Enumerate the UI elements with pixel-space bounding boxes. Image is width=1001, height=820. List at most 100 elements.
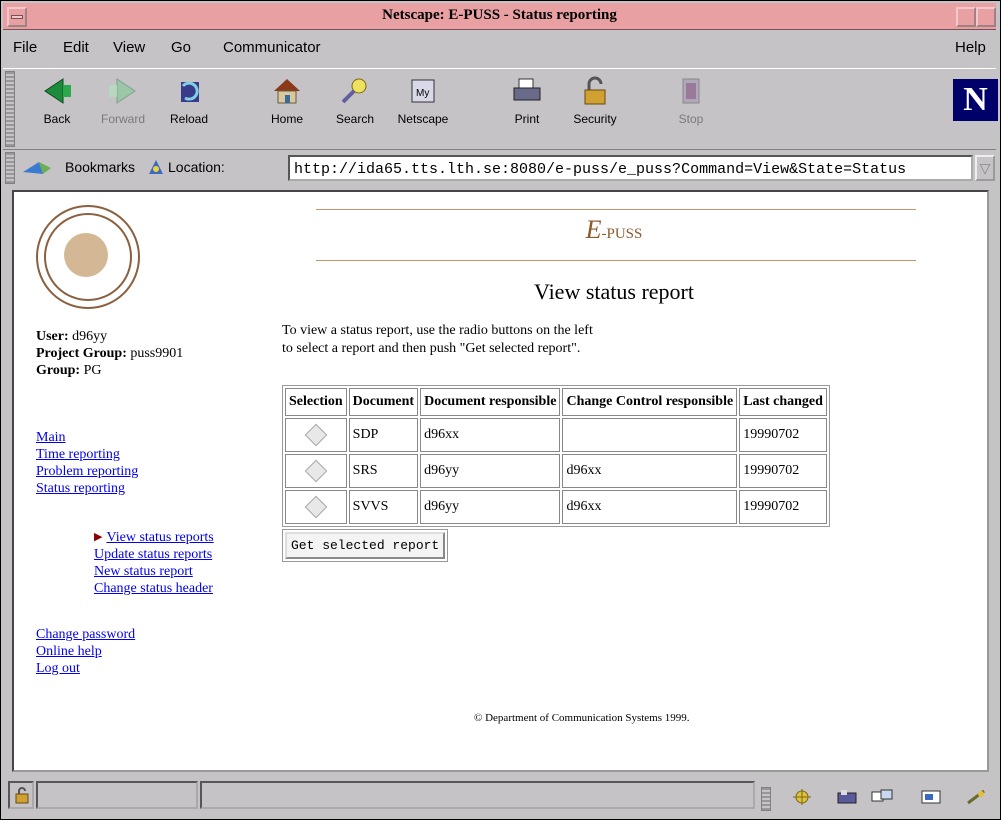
subnav-view-status-reports-link[interactable]: View status reports: [106, 529, 213, 546]
stop-icon: [675, 76, 707, 106]
netscape-label: Netscape: [397, 112, 449, 126]
user-label: User:: [36, 329, 69, 344]
document-responsible-cell: d96yy: [420, 490, 561, 524]
bookmarks-button[interactable]: Bookmarks: [65, 159, 135, 175]
table-header-row: Selection Document Document responsible …: [285, 388, 827, 416]
selection-cell: [285, 418, 347, 452]
main-navigation: Main Time reporting Problem reporting St…: [36, 429, 138, 497]
location-grip[interactable]: [5, 152, 15, 184]
top-rule: [316, 209, 916, 210]
stop-button[interactable]: Stop: [657, 76, 725, 126]
minimize-button[interactable]: [956, 7, 976, 27]
url-dropdown-button[interactable]: ▽: [975, 155, 995, 181]
subnav-new-status-report-link[interactable]: New status report: [94, 563, 214, 580]
get-selected-report-button-frame: Get selected report: [282, 529, 449, 562]
location-icon[interactable]: [146, 157, 166, 180]
bookmarks-icon[interactable]: [21, 158, 61, 181]
user-value: d96yy: [72, 329, 108, 344]
radio-button-srs[interactable]: [304, 459, 328, 483]
toolbar-grip[interactable]: [5, 71, 15, 147]
reload-label: Reload: [169, 112, 209, 126]
stop-label: Stop: [678, 112, 704, 126]
get-selected-report-button[interactable]: Get selected report: [285, 532, 446, 559]
forward-label: Forward: [100, 112, 145, 126]
navigator-component-icon[interactable]: [791, 789, 813, 805]
forward-button[interactable]: Forward: [89, 76, 157, 126]
last-changed-cell: 19990702: [739, 454, 827, 488]
netscape-icon: My: [407, 76, 439, 106]
selection-cell: [285, 490, 347, 524]
menu-go[interactable]: Go: [171, 39, 191, 56]
change-control-responsible-cell: d96xx: [562, 490, 738, 524]
subnav-update-status-reports-link[interactable]: Update status reports: [94, 546, 214, 563]
menu-communicator[interactable]: Communicator: [223, 39, 321, 56]
conference-component-icon[interactable]: [965, 789, 987, 805]
component-bar-grip[interactable]: [761, 787, 771, 811]
maximize-button[interactable]: [976, 7, 996, 27]
netscape-button[interactable]: My Netscape: [389, 76, 457, 126]
table-row: SVVS d96yy d96xx 19990702: [285, 490, 827, 524]
print-label: Print: [514, 112, 540, 126]
menu-edit[interactable]: Edit: [63, 39, 89, 56]
last-changed-cell: 19990702: [739, 490, 827, 524]
reload-button[interactable]: Reload: [155, 76, 223, 126]
search-label: Search: [335, 112, 375, 126]
url-input[interactable]: http://ida65.tts.lth.se:8080/e-puss/e_pu…: [288, 155, 973, 181]
location-label: Location:: [168, 159, 225, 175]
security-label: Security: [573, 112, 617, 126]
nav-main-link[interactable]: Main: [36, 429, 138, 446]
instructions-line-1: To view a status report, use the radio b…: [282, 323, 593, 338]
subnav-change-status-header-link[interactable]: Change status header: [94, 580, 214, 597]
column-header-change-control-responsible: Change Control responsible: [562, 388, 738, 416]
nav-status-reporting-link[interactable]: Status reporting: [36, 480, 138, 497]
home-icon: [271, 76, 303, 106]
composer-component-icon[interactable]: [920, 789, 942, 805]
copyright-footer: © Department of Communication Systems 19…: [474, 712, 690, 724]
change-password-link[interactable]: Change password: [36, 626, 135, 643]
group-label: Group:: [36, 363, 81, 378]
print-button[interactable]: Print: [493, 76, 561, 126]
security-status-lock-icon: [14, 786, 30, 809]
change-control-responsible-cell: d96xx: [562, 454, 738, 488]
status-bar: [3, 775, 996, 815]
selection-cell: [285, 454, 347, 488]
netscape-logo[interactable]: N: [953, 79, 998, 121]
column-header-document-responsible: Document responsible: [420, 388, 561, 416]
log-out-link[interactable]: Log out: [36, 660, 135, 677]
brand-title: E-PUSS: [314, 215, 914, 245]
project-group-value: puss9901: [130, 346, 184, 361]
menu-view[interactable]: View: [113, 39, 145, 56]
svg-text:My: My: [416, 88, 429, 99]
nav-time-reporting-link[interactable]: Time reporting: [36, 446, 138, 463]
menu-help[interactable]: Help: [955, 39, 986, 56]
page-content: User: d96yy Project Group: puss9901 Grou…: [12, 190, 989, 772]
document-responsible-cell: d96xx: [420, 418, 561, 452]
location-toolbar: Bookmarks Location: http://ida65.tts.lth…: [3, 150, 996, 186]
back-button[interactable]: Back: [23, 76, 91, 126]
radio-button-svvs[interactable]: [304, 495, 328, 519]
menu-file[interactable]: File: [13, 39, 37, 56]
search-button[interactable]: Search: [321, 76, 389, 126]
brand-letter: E: [585, 215, 602, 244]
discussion-component-icon[interactable]: [871, 789, 893, 805]
mail-component-icon[interactable]: [836, 789, 858, 805]
bottom-rule: [316, 260, 916, 261]
security-button[interactable]: Security: [561, 76, 629, 126]
nav-problem-reporting-link[interactable]: Problem reporting: [36, 463, 138, 480]
title-bar[interactable]: Netscape: E-PUSS - Status reporting: [3, 3, 996, 30]
security-status-cell[interactable]: [8, 781, 34, 809]
last-changed-cell: 19990702: [739, 418, 827, 452]
group-value: PG: [83, 363, 102, 378]
table-row: SRS d96yy d96xx 19990702: [285, 454, 827, 488]
radio-button-sdp[interactable]: [304, 423, 328, 447]
column-header-document: Document: [348, 388, 419, 416]
document-cell: SRS: [348, 454, 419, 488]
account-navigation: Change password Online help Log out: [36, 626, 135, 677]
document-cell: SVVS: [348, 490, 419, 524]
status-report-table: Selection Document Document responsible …: [282, 385, 830, 527]
menu-bar: File Edit View Go Communicator Help: [3, 32, 996, 60]
university-seal-logo: [36, 205, 140, 309]
home-button[interactable]: Home: [253, 76, 321, 126]
back-label: Back: [43, 112, 71, 126]
online-help-link[interactable]: Online help: [36, 643, 135, 660]
